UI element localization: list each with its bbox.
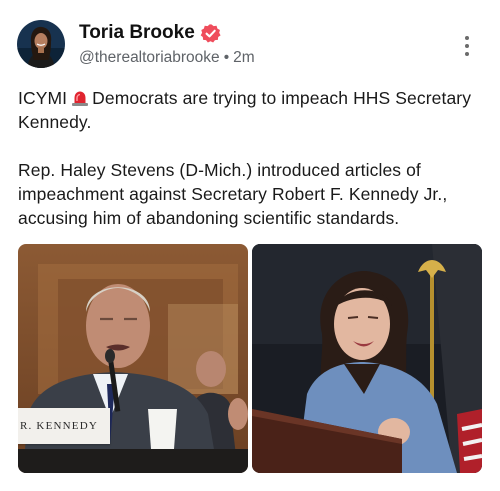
verified-badge-icon [200, 23, 221, 44]
nameplate: R. KENNEDY [18, 408, 110, 444]
post-paragraph-2: Rep. Haley Stevens (D-Mich.) introduced … [18, 160, 448, 228]
meta-separator: • [223, 49, 230, 66]
more-options-icon[interactable] [462, 36, 472, 56]
post-image-stevens[interactable] [252, 244, 482, 473]
post-meta: @therealtoriabrooke • 2m [79, 49, 255, 67]
post-paragraph-1: ICYMI Democrats are trying to impeach HH… [18, 86, 488, 134]
post-timestamp[interactable]: 2m [233, 49, 255, 66]
post-body: ICYMI Democrats are trying to impeach HH… [18, 86, 488, 230]
post-image-kennedy[interactable]: R. KENNEDY [18, 244, 248, 473]
social-post: Toria Brooke @therealtoriabrooke • 2m ICYM… [0, 0, 500, 491]
siren-icon [71, 89, 89, 107]
author-name[interactable]: Toria Brooke [79, 22, 221, 44]
author-handle[interactable]: @therealtoriabrooke [79, 49, 220, 66]
author-name-text[interactable]: Toria Brooke [79, 22, 195, 44]
icymi-text: ICYMI [18, 88, 68, 108]
avatar[interactable] [17, 20, 65, 68]
